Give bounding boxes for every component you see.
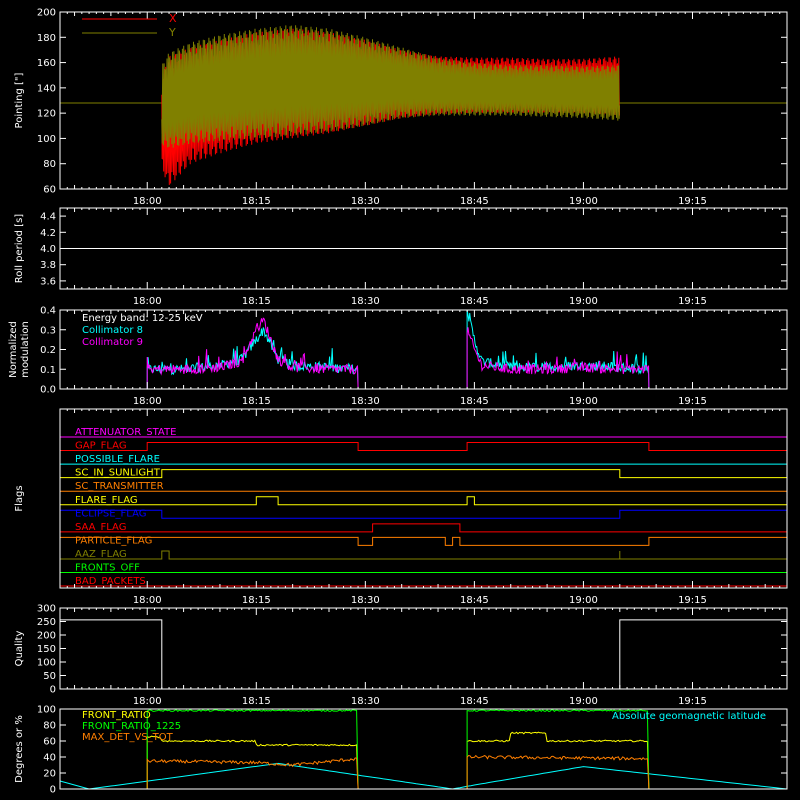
y-tick-label: 200 <box>37 631 56 642</box>
flag-label-possible-flare: POSSIBLE_FLARE <box>75 454 160 465</box>
y-tick-label: 0.4 <box>40 306 56 317</box>
x-tick-label: 18:15 <box>242 595 271 606</box>
legend-front-ratio-1225: FRONT_RATIO_1225 <box>82 721 181 732</box>
x-tick-label: 19:00 <box>569 696 598 707</box>
y-tick-label: 4.2 <box>40 228 56 239</box>
flag-label-aaz-flag: AAZ_FLAG <box>75 549 127 560</box>
y-tick-label: 80 <box>43 721 56 732</box>
ratios-ylabel: Degrees or % <box>14 715 25 783</box>
x-tick-label: 18:45 <box>460 296 489 307</box>
y-tick-label: 60 <box>43 185 56 196</box>
flag-label-gap-flag: GAP_FLAG <box>75 441 127 452</box>
x-tick-label: 19:00 <box>569 396 598 407</box>
y-tick-label: 200 <box>37 8 56 19</box>
y-tick-label: 0.3 <box>40 325 56 336</box>
y-tick-label: 300 <box>37 604 56 615</box>
x-tick-label: 18:00 <box>133 296 162 307</box>
flags-ylabel: Flags <box>14 485 25 511</box>
multi-panel-plot: 6080100120140160180200 18:00 18:15 18:30 18… <box>0 0 800 800</box>
y-tick-label: 0 <box>50 785 56 796</box>
y-tick-label: 120 <box>37 109 56 120</box>
flag-label-attenuator-state: ATTENUATOR_STATE <box>75 427 176 438</box>
y-tick-label: 150 <box>37 644 56 655</box>
x-tick-label: 19:15 <box>678 196 707 207</box>
y-tick-label: 4.0 <box>40 244 56 255</box>
y-tick-label: 40 <box>43 753 56 764</box>
y-tick-label: 100 <box>37 134 56 145</box>
y-tick-label: 4.4 <box>40 212 56 223</box>
y-tick-label: 3.8 <box>40 260 56 271</box>
x-tick-label: 19:00 <box>569 296 598 307</box>
x-tick-label: 19:15 <box>678 595 707 606</box>
modulation-ylabel: Normalizedmodulation <box>8 321 31 378</box>
y-tick-label: 0.1 <box>40 365 56 376</box>
ylabel-line: modulation <box>20 321 31 378</box>
x-tick-label: 19:00 <box>569 196 598 207</box>
x-tick-label: 18:30 <box>351 396 380 407</box>
quality-ylabel: Quality <box>14 631 25 667</box>
roll-ylabel: Roll period [s] <box>14 214 25 283</box>
x-tick-label: 18:45 <box>460 196 489 207</box>
ylabel-line: Normalized <box>8 321 19 378</box>
x-tick-label: 19:00 <box>569 595 598 606</box>
x-tick-label: 18:00 <box>133 396 162 407</box>
flag-label-saa-flag: SAA_FLAG <box>75 522 126 533</box>
x-tick-label: 18:15 <box>242 696 271 707</box>
x-tick-label: 18:15 <box>242 196 271 207</box>
pointing-ylabel: Pointing ["] <box>14 72 25 128</box>
legend-collimator-8: Collimator 8 <box>82 325 143 336</box>
y-tick-label: 0.0 <box>40 385 56 396</box>
x-tick-label: 18:45 <box>460 696 489 707</box>
legend-max-det-vs-tot: MAX_DET_VS_TOT <box>82 732 174 743</box>
y-tick-label: 50 <box>43 671 56 682</box>
energy-band-label: Energy band: 12-25 keV <box>82 313 203 324</box>
flag-label-flare-flag: FLARE_FLAG <box>75 495 138 506</box>
x-tick-label: 18:30 <box>351 196 380 207</box>
x-tick-label: 18:45 <box>460 595 489 606</box>
x-tick-label: 18:30 <box>351 296 380 307</box>
x-tick-label: 18:30 <box>351 696 380 707</box>
y-tick-label: 100 <box>37 705 56 716</box>
flag-label-fronts-off: FRONTS_OFF <box>75 563 140 574</box>
y-tick-label: 180 <box>37 33 56 44</box>
x-tick-label: 18:00 <box>133 696 162 707</box>
y-tick-label: 60 <box>43 737 56 748</box>
y-tick-label: 250 <box>37 617 56 628</box>
x-tick-label: 18:15 <box>242 396 271 407</box>
y-tick-label: 80 <box>43 159 56 170</box>
legend-x-label: X <box>169 12 177 25</box>
x-tick-label: 18:00 <box>133 196 162 207</box>
y-tick-label: 100 <box>37 658 56 669</box>
legend-y-label: Y <box>168 26 176 39</box>
y-tick-label: 20 <box>43 769 56 780</box>
legend-front-ratio: FRONT_RATIO <box>82 710 151 721</box>
flag-label-sc-in-sunlight: SC_IN_SUNLIGHT <box>75 468 161 479</box>
x-tick-label: 18:00 <box>133 595 162 606</box>
x-tick-label: 18:30 <box>351 595 380 606</box>
legend-collimator-9: Collimator 9 <box>82 337 143 348</box>
x-tick-label: 19:15 <box>678 696 707 707</box>
x-tick-label: 18:15 <box>242 296 271 307</box>
y-tick-label: 0 <box>50 685 56 696</box>
geomagnetic-latitude-label: Absolute geomagnetic latitude <box>612 711 766 722</box>
y-tick-label: 140 <box>37 83 56 94</box>
x-tick-label: 19:15 <box>678 396 707 407</box>
x-tick-label: 18:45 <box>460 396 489 407</box>
y-tick-label: 3.6 <box>40 276 56 287</box>
y-tick-label: 160 <box>37 58 56 69</box>
x-tick-label: 19:15 <box>678 296 707 307</box>
y-tick-label: 0.2 <box>40 345 56 356</box>
flag-label-sc-transmitter: SC_TRANSMITTER <box>75 481 164 492</box>
